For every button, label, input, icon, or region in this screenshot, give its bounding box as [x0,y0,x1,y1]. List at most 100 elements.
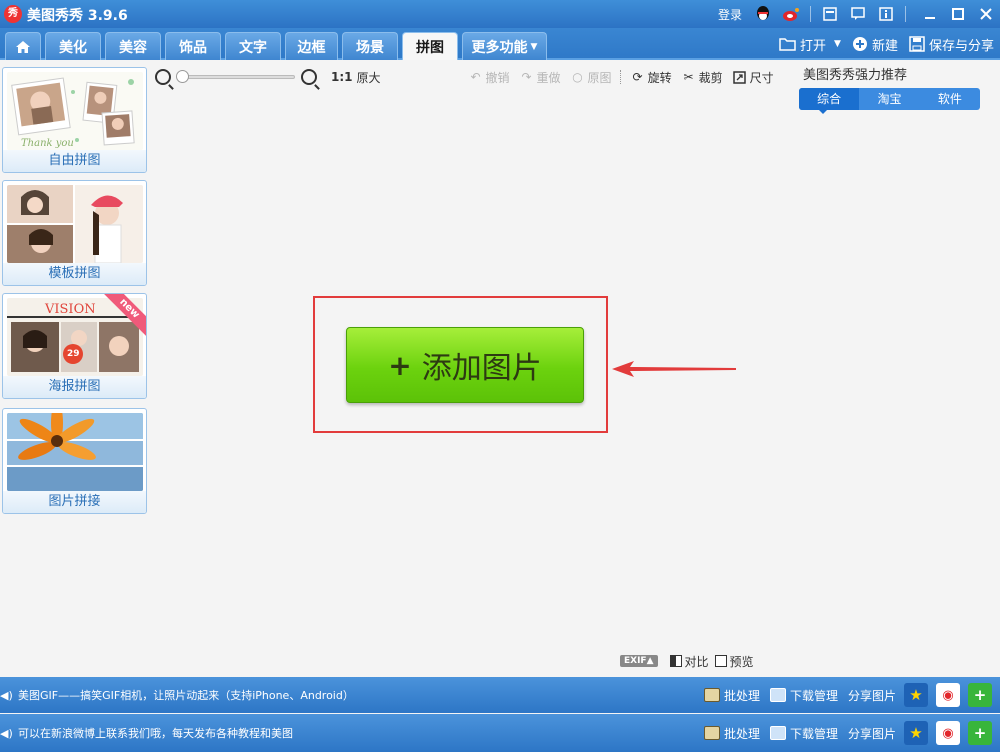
batch-process-button[interactable]: 批处理 [703,687,760,704]
new-label: 新建 [871,38,898,54]
weibo-icon[interactable]: ◉ [936,721,960,745]
titlebar-controls: 登录 [718,0,1000,28]
resize-icon [733,70,747,84]
redo-icon: ↷ [521,70,532,84]
tab-more-features[interactable]: 更多功能 ▼ [462,32,547,60]
batch-icon [703,726,720,740]
scissors-icon: ✂ [683,70,694,84]
status-actions: 批处理 下载管理 分享图片 ★ ◉ + [694,714,992,752]
weibo-icon[interactable]: ◉ [936,683,960,707]
home-icon [16,40,30,53]
weibo-text[interactable]: 可以在新浪微博上联系我们哦，每天发布各种教程和美图 [18,725,293,741]
actual-size-ratio[interactable]: 1:1 [331,70,353,84]
login-link[interactable]: 登录 [718,6,742,23]
batch-icon [703,688,720,702]
share-label: 分享图片 [847,688,896,703]
plus-icon: + [388,348,412,382]
star-icon[interactable]: ★ [904,683,928,707]
weibo-ticker[interactable]: ◀) 可以在新浪微博上联系我们哦，每天发布各种教程和美图 [0,714,293,752]
tab-border[interactable]: 边框 [285,32,338,60]
poster-collage-card[interactable]: VISION 29 new 海报拼图 [2,293,147,399]
undo-icon: ↶ [470,70,481,84]
save-share-button[interactable]: 保存与分享 [908,35,994,54]
canvas-tools: EXIF▲ 对比 预览 [620,652,754,670]
original-icon: ○ [572,70,583,84]
annotation-arrow-icon [612,361,736,377]
svg-text:29: 29 [67,349,80,358]
plus-icon[interactable]: + [968,683,992,707]
news-text[interactable]: 美图GIF——搞笑GIF相机，让照片动起来（支持iPhone、Android） [18,687,354,703]
download-manager-button[interactable]: 下载管理 [769,725,838,742]
recommend-title: 美图秀秀强力推荐 [803,68,908,83]
download-icon [769,688,786,702]
chevron-down-icon[interactable]: ▼ [834,39,841,49]
tab-accessories[interactable]: 饰品 [165,32,221,60]
free-collage-card[interactable]: Thank you 自由拼图 [2,67,147,173]
minimize-button[interactable] [916,0,944,28]
recommend-tab-general[interactable]: 综合 [799,88,860,110]
image-stitch-card[interactable]: 图片拼接 [2,408,147,514]
info-icon[interactable] [877,5,895,23]
zoom-slider[interactable] [176,70,295,83]
share-label: 分享图片 [847,726,896,741]
preview-button[interactable]: 预览 [714,653,754,670]
batch-label: 批处理 [723,688,760,703]
tab-collage[interactable]: 拼图 [402,32,458,60]
maximize-button[interactable] [944,0,972,28]
batch-process-button[interactable]: 批处理 [703,725,760,742]
download-manager-button[interactable]: 下载管理 [769,687,838,704]
new-button[interactable]: 新建 [851,35,898,54]
free-collage-thumbnail: Thank you [7,72,143,150]
template-collage-label: 模板拼图 [3,263,146,285]
template-collage-card[interactable]: 模板拼图 [2,180,147,286]
divider [810,6,811,22]
compare-button[interactable]: 对比 [669,653,709,670]
skin-icon[interactable] [821,5,839,23]
qq-icon[interactable] [754,5,772,23]
crop-label: 裁剪 [698,70,723,85]
tab-beautify[interactable]: 美化 [45,32,101,60]
image-stitch-thumbnail [7,413,143,491]
undo-button[interactable]: ↶ 撤销 [469,69,509,86]
app-title: 美图秀秀 3.9.6 [27,8,128,24]
star-icon[interactable]: ★ [904,721,928,745]
zoom-in-icon[interactable] [301,69,317,85]
plus-icon[interactable]: + [968,721,992,745]
tab-beauty[interactable]: 美容 [105,32,161,60]
recommend-tab-taobao[interactable]: 淘宝 [859,88,919,110]
original-size-button[interactable]: 原大 [357,69,381,86]
close-button[interactable] [972,0,1000,28]
rotate-button[interactable]: ⟳ 旋转 [631,69,672,86]
tab-scene[interactable]: 场景 [342,32,398,60]
crop-button[interactable]: ✂ 裁剪 [682,69,723,86]
tab-home[interactable] [5,32,41,60]
recommend-tab-software[interactable]: 软件 [920,88,980,110]
redo-button[interactable]: ↷ 重做 [520,69,561,86]
divider [905,6,906,22]
exif-button[interactable]: EXIF▲ [620,655,658,667]
preview-icon [714,655,727,667]
original-image-button[interactable]: ○ 原图 [571,69,611,86]
open-label: 打开 [800,38,827,54]
message-icon[interactable] [849,5,867,23]
tab-text[interactable]: 文字 [225,32,281,60]
status-bar-news: ◀) 美图GIF——搞笑GIF相机，让照片动起来（支持iPhone、Androi… [0,677,1000,713]
resize-label: 尺寸 [749,70,774,85]
main-tab-bar: 美化 美容 饰品 文字 边框 场景 拼图 更多功能 ▼ 打开 ▼ 新建 保存与分… [0,28,1000,60]
share-image-button[interactable]: 分享图片 [848,725,896,742]
news-ticker[interactable]: ◀) 美图GIF——搞笑GIF相机，让照片动起来（支持iPhone、Androi… [0,677,354,713]
zoom-slider-handle[interactable] [176,70,189,83]
download-label: 下载管理 [789,726,838,741]
open-button[interactable]: 打开 ▼ [779,35,841,54]
share-image-button[interactable]: 分享图片 [848,687,896,704]
add-image-label: 添加图片 [421,351,542,386]
active-tab-pointer [817,108,829,114]
image-stitch-label: 图片拼接 [3,491,146,513]
free-collage-label: 自由拼图 [3,150,146,172]
resize-button[interactable]: 尺寸 [733,69,774,86]
add-image-button[interactable]: + 添加图片 [346,327,584,403]
weibo-icon[interactable] [782,5,800,23]
zoom-out-icon[interactable] [155,69,171,85]
rotate-label: 旋转 [647,70,672,85]
speaker-icon: ◀) [0,726,13,740]
